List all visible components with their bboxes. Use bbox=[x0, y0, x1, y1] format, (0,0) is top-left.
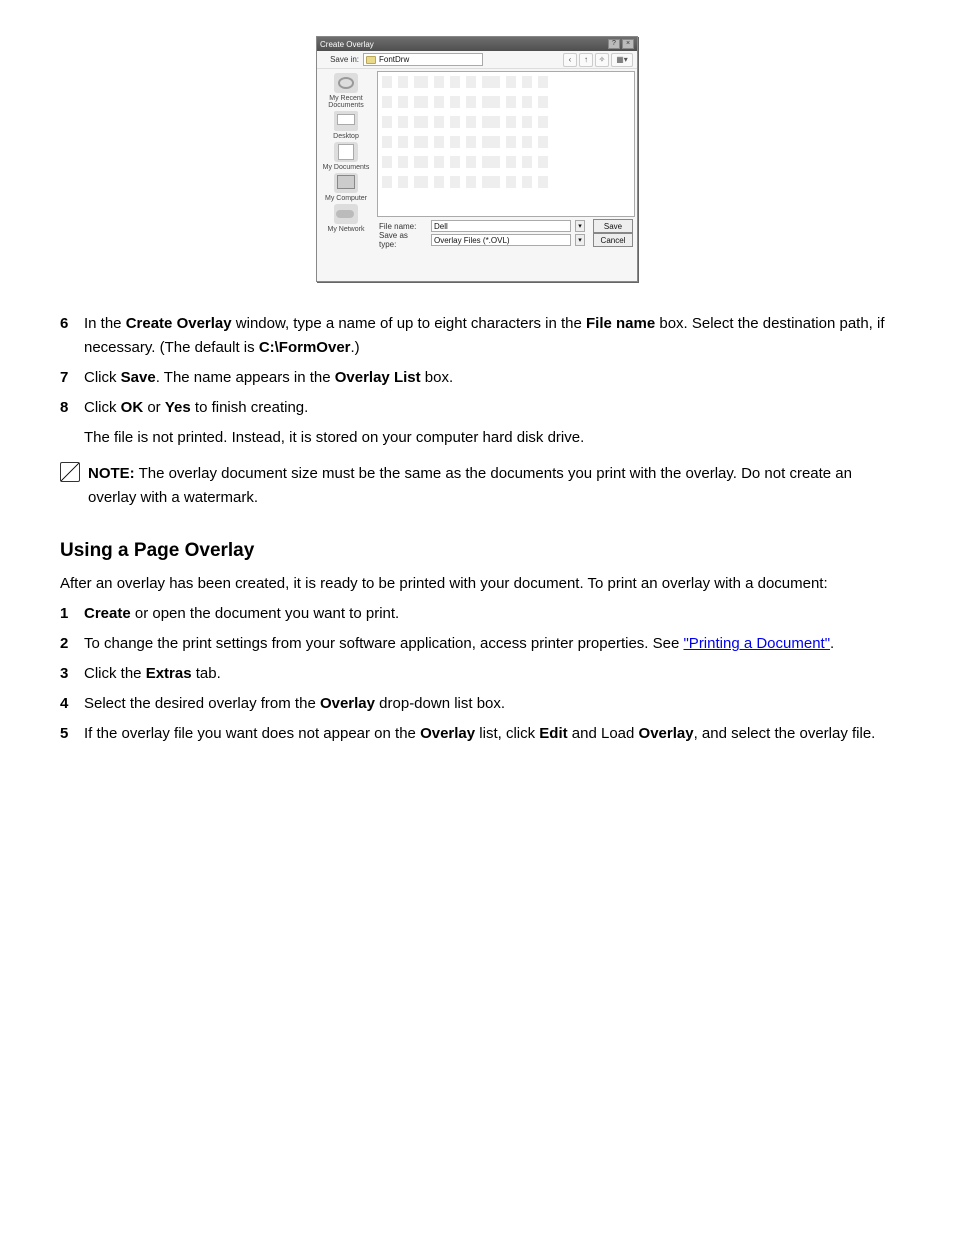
save-in-label: Save in: bbox=[321, 55, 359, 64]
file-list[interactable] bbox=[377, 71, 635, 217]
dialog-figure: Create Overlay ? × Save in: FontDrw ‹ ↑ … bbox=[60, 36, 894, 282]
paragraph: The file is not printed. Instead, it is … bbox=[84, 426, 894, 450]
file-name-dropdown-icon[interactable]: ▾ bbox=[575, 220, 585, 232]
views-icon[interactable]: ▦▾ bbox=[611, 53, 633, 67]
file-name-label: File name: bbox=[379, 222, 427, 231]
save-button[interactable]: Save bbox=[593, 219, 633, 233]
paragraph: After an overlay has been created, it is… bbox=[60, 572, 894, 596]
save-in-value: FontDrw bbox=[379, 55, 409, 64]
close-icon[interactable]: × bbox=[622, 39, 634, 49]
place-recent[interactable]: My Recent Documents bbox=[318, 73, 374, 109]
step: 5If the overlay file you want does not a… bbox=[60, 722, 894, 746]
step: 6In the Create Overlay window, type a na… bbox=[60, 312, 894, 360]
place-computer[interactable]: My Computer bbox=[318, 173, 374, 202]
place-desktop[interactable]: Desktop bbox=[318, 111, 374, 140]
save-as-type-dropdown-icon[interactable]: ▾ bbox=[575, 234, 585, 246]
create-overlay-dialog: Create Overlay ? × Save in: FontDrw ‹ ↑ … bbox=[316, 36, 638, 282]
place-documents[interactable]: My Documents bbox=[318, 142, 374, 171]
back-icon[interactable]: ‹ bbox=[563, 53, 577, 67]
step: 7Click Save. The name appears in the Ove… bbox=[60, 366, 894, 390]
dialog-titlebar: Create Overlay ? × bbox=[317, 37, 637, 51]
save-in-combo[interactable]: FontDrw bbox=[363, 53, 483, 66]
step: 2To change the print settings from your … bbox=[60, 632, 894, 656]
save-as-type-combo[interactable]: Overlay Files (*.OVL) bbox=[431, 234, 571, 246]
step: 4Select the desired overlay from the Ove… bbox=[60, 692, 894, 716]
place-network[interactable]: My Network bbox=[318, 204, 374, 233]
step: 3Click the Extras tab. bbox=[60, 662, 894, 686]
places-bar: My Recent Documents Desktop My Documents… bbox=[317, 69, 375, 251]
printing-document-link[interactable]: "Printing a Document" bbox=[683, 635, 830, 652]
file-name-input[interactable]: Dell bbox=[431, 220, 571, 232]
note: NOTE: The overlay document size must be … bbox=[60, 462, 894, 510]
cancel-button[interactable]: Cancel bbox=[593, 233, 633, 247]
step: 1Create or open the document you want to… bbox=[60, 602, 894, 626]
dialog-title: Create Overlay bbox=[320, 40, 606, 49]
note-icon bbox=[60, 462, 80, 482]
dialog-toolbar: Save in: FontDrw ‹ ↑ ✧ ▦▾ bbox=[317, 51, 637, 69]
up-icon[interactable]: ↑ bbox=[579, 53, 593, 67]
new-folder-icon[interactable]: ✧ bbox=[595, 53, 609, 67]
help-icon[interactable]: ? bbox=[608, 39, 620, 49]
folder-icon bbox=[366, 56, 376, 64]
section-heading: Using a Page Overlay bbox=[60, 536, 894, 566]
save-as-type-label: Save as type: bbox=[379, 231, 427, 249]
step: 8Click OK or Yes to finish creating. bbox=[60, 396, 894, 420]
